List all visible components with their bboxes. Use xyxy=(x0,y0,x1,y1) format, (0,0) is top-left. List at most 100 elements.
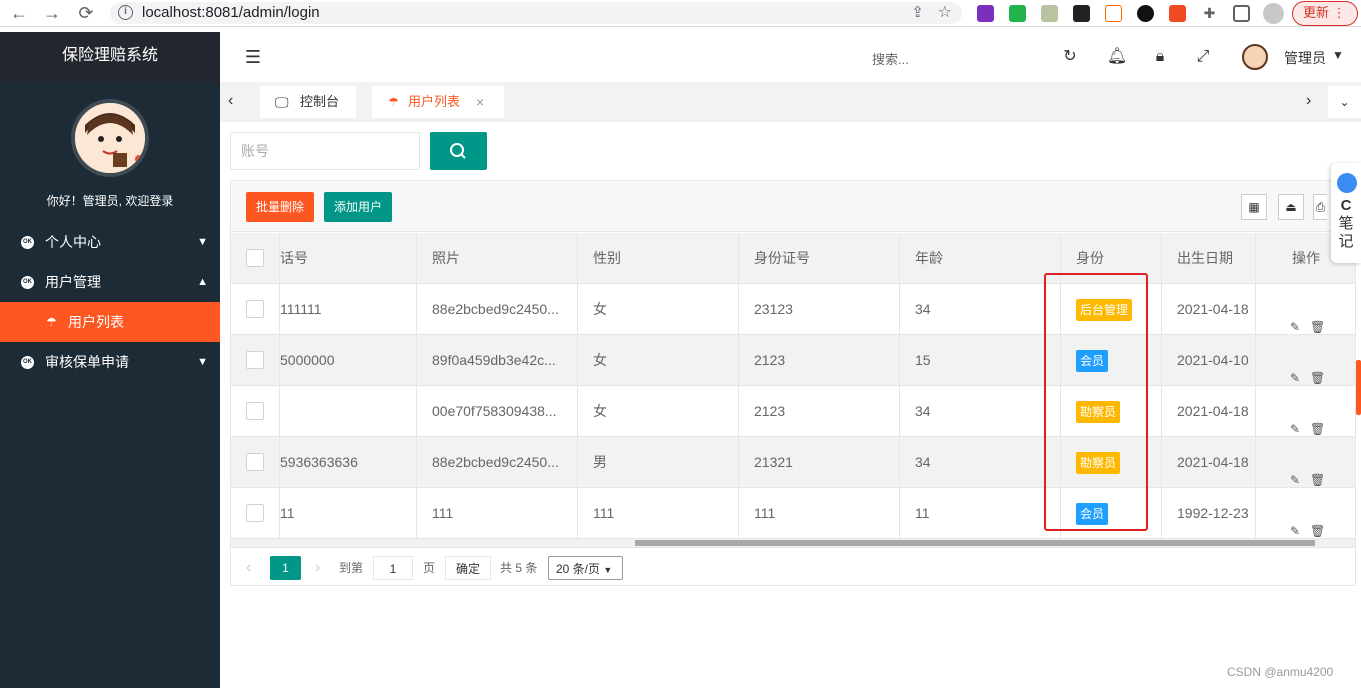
back-icon[interactable]: ← xyxy=(8,3,30,25)
edit-icon[interactable]: ✎ xyxy=(1290,302,1300,334)
col-header-age: 年龄 xyxy=(899,233,1060,283)
edit-icon[interactable]: ✎ xyxy=(1290,506,1300,538)
page-size-select[interactable]: 20 条/页 ▼ xyxy=(548,556,623,580)
sidebar-item-user-list[interactable]: ☂ 用户列表 xyxy=(0,302,220,342)
cell-age: 11 xyxy=(899,488,1060,538)
page-1-button[interactable]: 1 xyxy=(270,556,301,580)
extension-vip-icon[interactable] xyxy=(1105,5,1122,22)
scrollbar-thumb[interactable] xyxy=(635,540,1315,546)
cell-phone xyxy=(279,386,416,436)
tabs-scroll-right-icon[interactable]: › xyxy=(1306,92,1311,110)
menu-toggle-icon[interactable]: ☰ xyxy=(242,46,264,68)
tabs-scroll-left-icon[interactable]: ‹ xyxy=(228,92,233,110)
table-row[interactable]: 5000000 89f0a459db3e42c... 女 2123 15 会员 2021-0… xyxy=(231,335,1355,386)
extension-c-icon[interactable] xyxy=(1169,5,1186,22)
cell-photo: 111 xyxy=(416,488,577,538)
cell-birth-date: 2021-04-10 xyxy=(1161,335,1255,385)
role-column-highlight xyxy=(1044,273,1148,531)
cell-actions: ✎ 🗑︎ xyxy=(1255,335,1355,385)
side-widget-line2: 笔 xyxy=(1338,215,1354,232)
next-page-icon[interactable]: › xyxy=(315,556,320,580)
delete-icon[interactable]: 🗑︎ xyxy=(1310,404,1325,436)
columns-filter-icon[interactable]: ▦ xyxy=(1241,194,1267,220)
chevron-down-icon: ▼ xyxy=(603,565,613,575)
delete-icon[interactable]: 🗑︎ xyxy=(1310,302,1325,334)
notification-bell-icon[interactable]: 🔔︎ xyxy=(1106,46,1128,68)
umbrella-icon: ☂ xyxy=(388,95,399,109)
add-user-button[interactable]: 添加用户 xyxy=(324,192,393,222)
extension-bot-icon[interactable] xyxy=(1073,5,1090,22)
row-checkbox[interactable] xyxy=(246,504,264,522)
site-info-icon[interactable]: i xyxy=(118,5,133,20)
cell-actions: ✎ 🗑︎ xyxy=(1255,284,1355,334)
tab-user-list[interactable]: ☂ 用户列表 × xyxy=(372,86,504,118)
cell-photo: 88e2bcbed9c2450... xyxy=(416,284,577,334)
cell-age: 34 xyxy=(899,284,1060,334)
cell-id-number: 2123 xyxy=(738,386,899,436)
goto-confirm-button[interactable]: 确定 xyxy=(445,556,491,580)
side-widget-line3: 记 xyxy=(1338,233,1354,250)
extensions-puzzle-icon[interactable]: ✚ xyxy=(1201,5,1218,22)
address-bar[interactable]: i localhost:8081/admin/login ⇪ ☆ xyxy=(110,2,962,24)
side-note-widget[interactable]: C 笔 记 xyxy=(1331,163,1361,263)
header-search-input[interactable]: 搜索... xyxy=(872,49,909,68)
browser-update-button[interactable]: 更新 ⋮ xyxy=(1292,1,1358,26)
forward-icon[interactable]: → xyxy=(41,3,63,25)
row-checkbox[interactable] xyxy=(246,402,264,420)
tab-console[interactable]: 🖵 控制台 xyxy=(260,86,356,118)
print-icon[interactable]: ⎙ xyxy=(1313,194,1327,220)
account-search-input[interactable] xyxy=(230,132,420,170)
horizontal-scrollbar[interactable] xyxy=(231,539,1355,547)
edit-icon[interactable]: ✎ xyxy=(1290,353,1300,385)
cell-age: 34 xyxy=(899,437,1060,487)
edit-icon[interactable]: ✎ xyxy=(1290,404,1300,436)
sidebar-item-label: 审核保单申请 xyxy=(45,354,129,370)
extension-infinity-icon[interactable] xyxy=(1137,5,1154,22)
tab-close-icon[interactable]: × xyxy=(476,86,484,118)
delete-icon[interactable]: 🗑︎ xyxy=(1310,506,1325,538)
table-row[interactable]: 111111 88e2bcbed9c2450... 女 23123 34 后台管理 2021… xyxy=(231,284,1355,335)
reload-icon[interactable]: ⟳ xyxy=(75,3,97,25)
top-header: ☰ 搜索... ↻ 🔔︎ 🔒︎ ⤢ 管理员 ▼ xyxy=(220,32,1361,82)
table-row[interactable]: 00e70f758309438... 女 2123 34 勘察员 2021-04-18 ✎ 🗑… xyxy=(231,386,1355,437)
sidepanel-icon[interactable] xyxy=(1233,5,1250,22)
sidebar-item-label: 个人中心 xyxy=(45,234,101,250)
delete-icon[interactable]: 🗑︎ xyxy=(1310,353,1325,385)
edit-icon[interactable]: ✎ xyxy=(1290,455,1300,487)
chevron-down-icon: ▼ xyxy=(197,236,208,248)
caret-down-icon[interactable]: ▼ xyxy=(1332,48,1344,62)
extension-rp-icon[interactable] xyxy=(977,5,994,22)
fullscreen-icon[interactable]: ⤢ xyxy=(1192,46,1214,68)
table-header-row: 话号 照片 性别 身份证号 年龄 身份 出生日期 操作 xyxy=(231,233,1355,284)
table-row[interactable]: 5936363636 88e2bcbed9c2450... 男 21321 34 勘察员 2… xyxy=(231,437,1355,488)
table-row[interactable]: 11 111 111 111 11 会员 1992-12-23 ✎ 🗑︎ xyxy=(231,488,1355,539)
sidebar-item-policy-review[interactable]: OK 审核保单申请 ▼ xyxy=(0,342,220,382)
extension-chat-icon[interactable] xyxy=(1009,5,1026,22)
extension-image-icon[interactable] xyxy=(1041,5,1058,22)
browser-toolbar: ← → ⟳ i localhost:8081/admin/login ⇪ ☆ ✚… xyxy=(0,0,1361,27)
row-checkbox[interactable] xyxy=(246,300,264,318)
export-icon[interactable]: ⏏ xyxy=(1278,194,1304,220)
refresh-icon[interactable]: ↻ xyxy=(1059,46,1081,68)
search-button[interactable] xyxy=(430,132,487,170)
lock-icon[interactable]: 🔒︎ xyxy=(1149,46,1171,68)
bookmark-star-icon[interactable]: ☆ xyxy=(938,2,952,22)
header-avatar[interactable] xyxy=(1242,44,1268,70)
batch-delete-button[interactable]: 批量删除 xyxy=(246,192,315,222)
goto-page-input[interactable]: 1 xyxy=(373,556,413,580)
tab-label: 控制台 xyxy=(300,94,340,109)
row-checkbox[interactable] xyxy=(246,351,264,369)
delete-icon[interactable]: 🗑︎ xyxy=(1310,455,1325,487)
sidebar-item-profile[interactable]: OK 个人中心 ▼ xyxy=(0,222,220,262)
sidebar-item-user-management[interactable]: OK 用户管理 ▲ xyxy=(0,262,220,302)
select-all-checkbox[interactable] xyxy=(246,249,264,267)
share-icon[interactable]: ⇪ xyxy=(911,3,924,21)
row-checkbox[interactable] xyxy=(246,453,264,471)
page-scroll-indicator[interactable] xyxy=(1356,360,1361,415)
prev-page-icon[interactable]: ‹ xyxy=(246,556,251,580)
header-user-name[interactable]: 管理员 xyxy=(1284,48,1326,68)
tabs-dropdown-icon[interactable]: ⌄ xyxy=(1328,86,1361,118)
menu-ok-icon: OK xyxy=(21,356,34,369)
profile-icon[interactable] xyxy=(1263,3,1284,24)
sidebar-item-label: 用户列表 xyxy=(68,314,124,330)
